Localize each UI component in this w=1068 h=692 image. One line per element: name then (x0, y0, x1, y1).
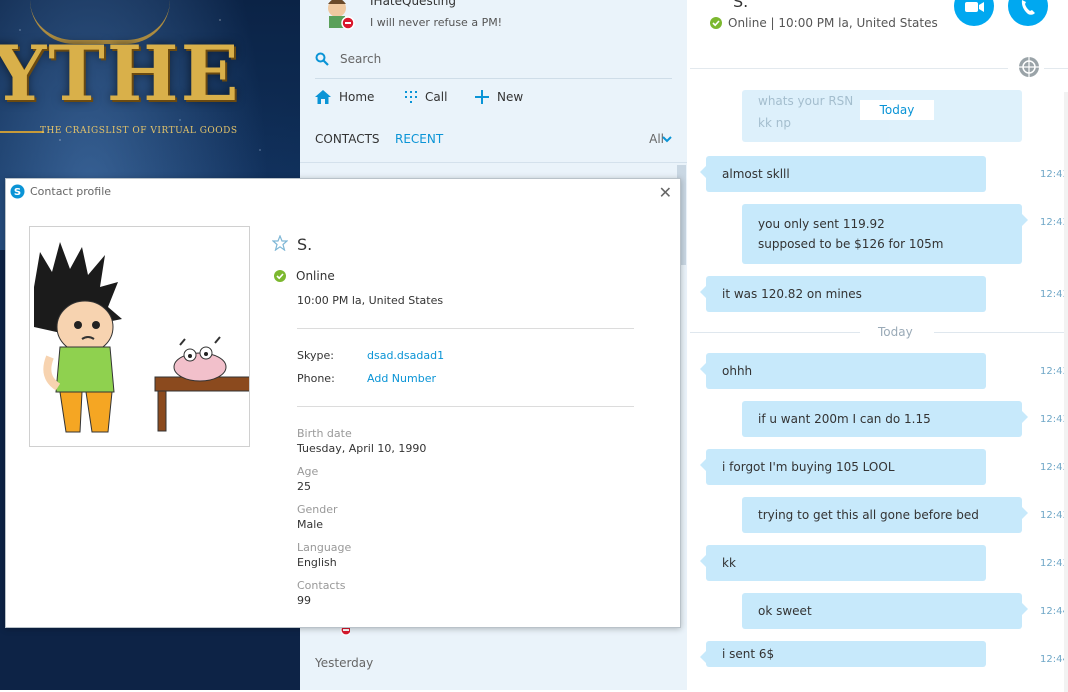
message-text: i forgot I'm buying 105 LOOL (722, 460, 895, 474)
online-check-icon (274, 270, 286, 282)
outgoing-message[interactable]: you only sent 119.92 supposed to be $126 … (742, 204, 1028, 264)
today-floating-label: Today (860, 100, 934, 120)
phone-label: Phone: (297, 372, 335, 385)
chat-contact-status: Online | 10:00 PM la, United States (710, 16, 938, 30)
message-text: ohhh (722, 364, 753, 378)
svg-text:S: S (14, 187, 21, 198)
faded-message-1: whats your RSN (758, 94, 854, 108)
skype-id-value[interactable]: dsad.dsadad1 (367, 349, 444, 362)
faded-message-2: kk np (758, 116, 791, 130)
recent-group-label: Yesterday (315, 656, 374, 670)
profile-field-value: Male (297, 518, 324, 531)
skype-logo-icon: S (10, 184, 25, 199)
profile-divider-2 (297, 406, 634, 407)
message-text: almost sklll (722, 167, 790, 181)
incoming-message[interactable]: ohhh (700, 353, 986, 389)
add-number-link[interactable]: Add Number (367, 372, 436, 385)
date-divider-label: Today (878, 325, 913, 339)
chat-header-divider (690, 68, 1008, 69)
nav-new[interactable]: New (475, 90, 523, 104)
incoming-message[interactable]: it was 120.82 on mines (700, 276, 986, 312)
tab-recent[interactable]: RECENT (395, 132, 443, 146)
message-text: ok sweet (758, 604, 812, 618)
chat-header-divider-right (1044, 68, 1068, 69)
chat-contact-name[interactable]: S. (733, 0, 748, 11)
dialog-title: Contact profile (30, 185, 112, 198)
nav-home-label: Home (339, 90, 375, 104)
banner-tagline: THE CRAIGSLIST OF VIRTUAL GOODS (40, 126, 238, 136)
contact-photo (29, 226, 251, 447)
banner-logo: YTHE (0, 29, 241, 118)
chat-scrollbar[interactable] (1064, 92, 1068, 692)
my-avatar[interactable] (319, 0, 355, 30)
incoming-message[interactable]: i forgot I'm buying 105 LOOL (700, 449, 986, 485)
profile-status-text: Online (296, 269, 335, 283)
profile-local-time: 10:00 PM la, United States (297, 294, 444, 307)
profile-field-label: Language (297, 541, 352, 554)
globe-icon[interactable] (1018, 56, 1040, 78)
close-icon[interactable]: ✕ (659, 183, 672, 202)
my-display-name[interactable]: IHateQuesting (370, 0, 456, 8)
home-icon (315, 90, 331, 104)
profile-field-value: 99 (297, 594, 311, 607)
date-divider-line-left (690, 332, 860, 333)
nav-home[interactable]: Home (315, 90, 374, 104)
profile-field-value: 25 (297, 480, 311, 493)
chevron-down-icon[interactable] (662, 134, 672, 144)
nav-call-label: Call (425, 90, 448, 104)
tab-contacts[interactable]: CONTACTS (315, 132, 380, 146)
incoming-message[interactable]: kk (700, 545, 986, 581)
profile-field-value: Tuesday, April 10, 1990 (297, 442, 427, 455)
message-text: if u want 200m I can do 1.15 (758, 412, 931, 426)
incoming-message[interactable]: almost sklll (700, 156, 986, 192)
phone-icon (1021, 0, 1035, 15)
online-check-icon (710, 17, 722, 29)
message-text: it was 120.82 on mines (722, 287, 862, 301)
my-mood-message[interactable]: I will never refuse a PM! (370, 16, 502, 29)
incoming-message[interactable]: i sent 6$ (700, 641, 986, 667)
profile-field-value: English (297, 556, 337, 569)
nav-call[interactable]: Call (405, 90, 447, 104)
dialpad-icon (405, 91, 417, 103)
outgoing-message[interactable]: if u want 200m I can do 1.15 (742, 401, 1028, 437)
contact-photo-image (34, 242, 251, 433)
search-input[interactable]: Search (340, 52, 381, 66)
plus-icon (475, 90, 489, 104)
contact-profile-dialog: S Contact profile ✕ S. Online 10:00 PM l… (5, 178, 681, 628)
skype-id-label: Skype: (297, 349, 334, 362)
video-call-button[interactable] (954, 0, 994, 26)
profile-field-label: Age (297, 465, 319, 478)
nav-new-label: New (497, 90, 524, 104)
video-camera-icon (965, 2, 984, 12)
tabs-divider (300, 162, 687, 163)
message-text: supposed to be $126 for 105m (758, 237, 944, 251)
chat-status-text: Online | 10:00 PM la, United States (728, 16, 938, 30)
outgoing-message[interactable]: ok sweet (742, 593, 1028, 629)
profile-name: S. (297, 235, 313, 254)
message-text: you only sent 119.92 (758, 217, 885, 231)
profile-field-label: Contacts (297, 579, 346, 592)
outgoing-message[interactable]: trying to get this all gone before bed (742, 497, 1028, 533)
search-icon (315, 52, 329, 66)
profile-field-label: Gender (297, 503, 338, 516)
profile-status: Online (274, 269, 335, 283)
tagline-rule (0, 131, 44, 133)
message-text: trying to get this all gone before bed (758, 508, 979, 522)
favorite-star-icon[interactable] (272, 235, 288, 251)
contact-tabs: CONTACTS RECENT All (315, 132, 672, 158)
profile-divider-1 (297, 328, 634, 329)
audio-call-button[interactable] (1008, 0, 1048, 26)
date-divider-line-right (934, 332, 1068, 333)
message-text: i sent 6$ (722, 647, 775, 661)
message-text: kk (722, 556, 736, 570)
search-bar[interactable]: Search (315, 50, 672, 79)
profile-field-label: Birth date (297, 427, 352, 440)
